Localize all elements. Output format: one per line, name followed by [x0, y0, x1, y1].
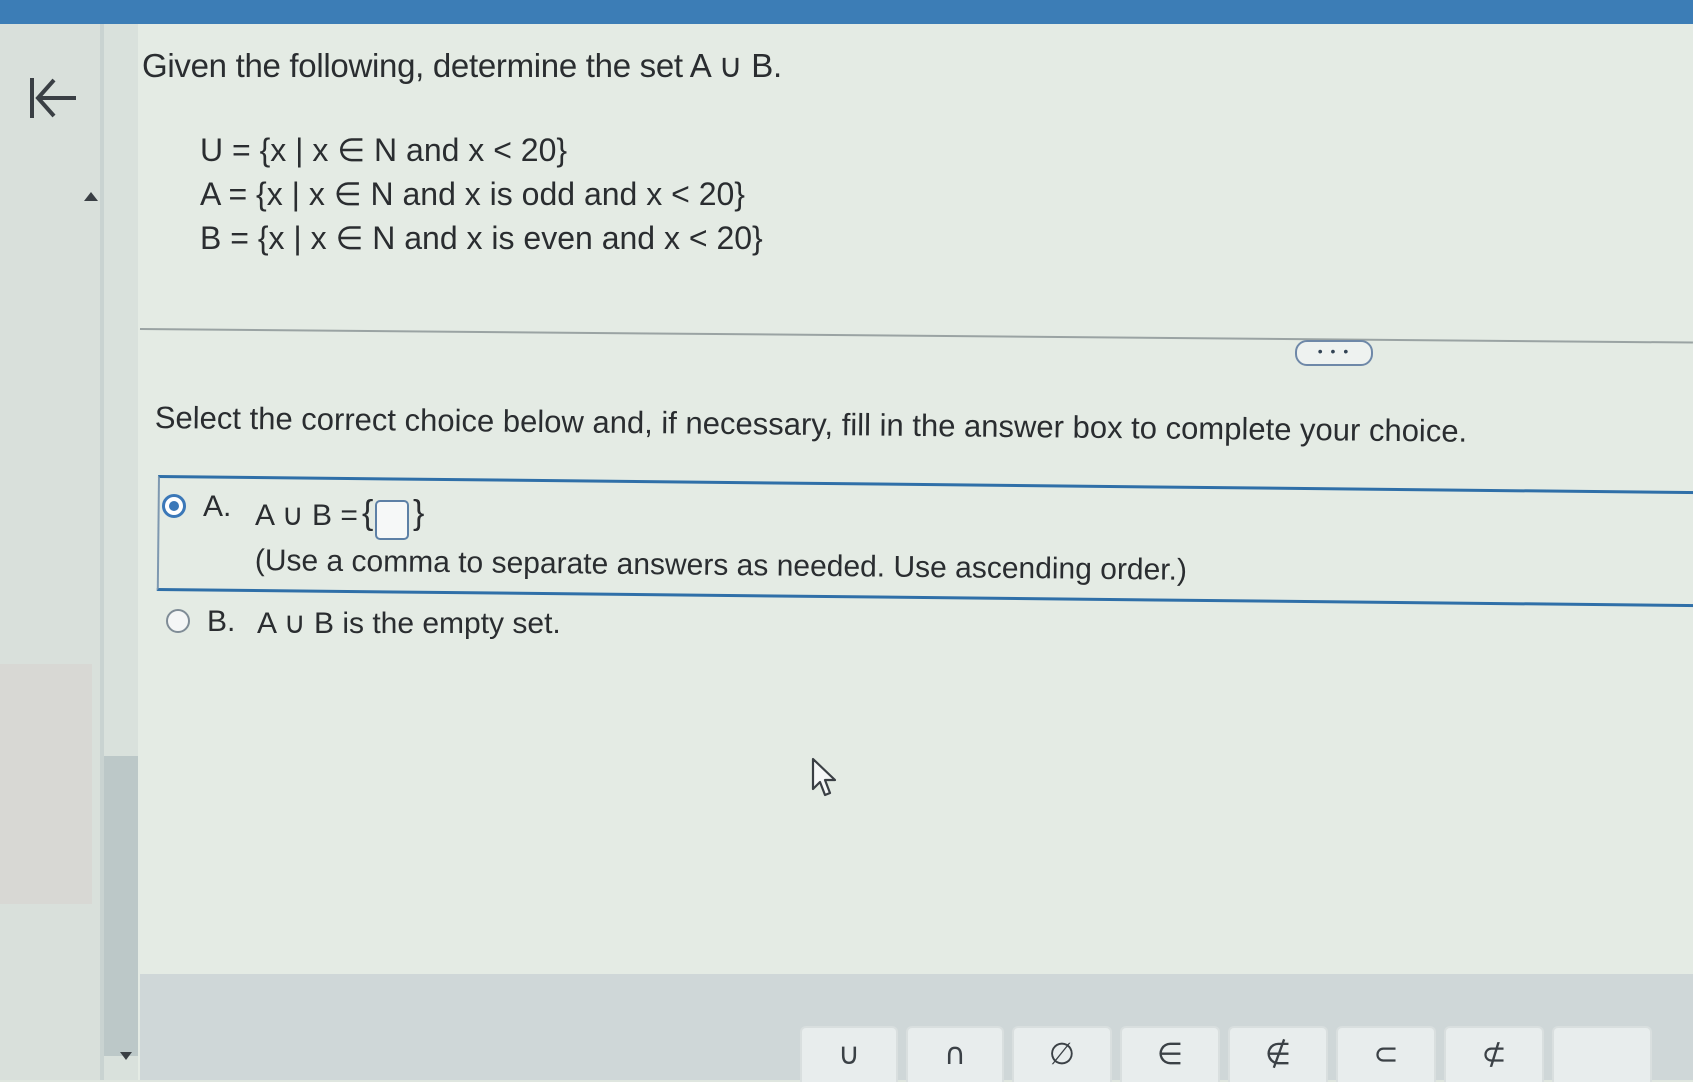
question-prompt: Given the following, determine the set A…: [142, 47, 782, 84]
choice-b-text: A ∪ B is the empty set.: [257, 607, 561, 640]
choice-a-brace-close: }: [413, 494, 425, 532]
choice-a-letter: A.: [203, 490, 232, 523]
element-of-symbol-button[interactable]: ∈: [1120, 1026, 1220, 1082]
not-element-of-symbol-button[interactable]: ∉: [1228, 1026, 1328, 1082]
mouse-pointer-icon: [811, 757, 837, 797]
top-bar: [0, 0, 1693, 24]
intersection-symbol-button[interactable]: ∩: [906, 1026, 1004, 1082]
left-panel-shade: [0, 664, 92, 904]
choice-a-expression: A ∪ B =: [255, 499, 358, 532]
set-b-definition: B = {x | x ∈ N and x is even and x < 20}: [200, 220, 763, 256]
set-a-definition: A = {x | x ∈ N and x is odd and x < 20}: [200, 176, 745, 212]
back-to-start-icon[interactable]: [26, 70, 82, 126]
scroll-down-arrow-icon[interactable]: [120, 1052, 132, 1060]
empty-set-symbol-button[interactable]: ∅: [1012, 1026, 1112, 1082]
scroll-up-arrow-icon[interactable]: [84, 192, 98, 201]
choice-b-letter: B.: [207, 605, 236, 638]
choice-b-radio[interactable]: [166, 609, 190, 633]
not-subset-symbol-button[interactable]: ⊄: [1444, 1026, 1544, 1082]
expand-more-button[interactable]: • • •: [1295, 340, 1373, 366]
union-symbol-button[interactable]: ∪: [800, 1026, 898, 1082]
universal-set-definition: U = {x | x ∈ N and x < 20}: [200, 132, 568, 168]
set-definitions: U = {x | x ∈ N and x < 20} A = {x | x ∈ …: [200, 128, 763, 260]
left-panel: [0, 24, 104, 1080]
toolbar-button-partial[interactable]: [1552, 1026, 1652, 1082]
choice-a-brace-open: {: [362, 494, 374, 532]
scrollbar-thumb[interactable]: [104, 756, 138, 1056]
choice-a-container[interactable]: [156, 475, 1693, 608]
answer-input-box[interactable]: [375, 500, 409, 540]
choice-a-radio[interactable]: [162, 494, 186, 518]
subset-symbol-button[interactable]: ⊂: [1336, 1026, 1436, 1082]
